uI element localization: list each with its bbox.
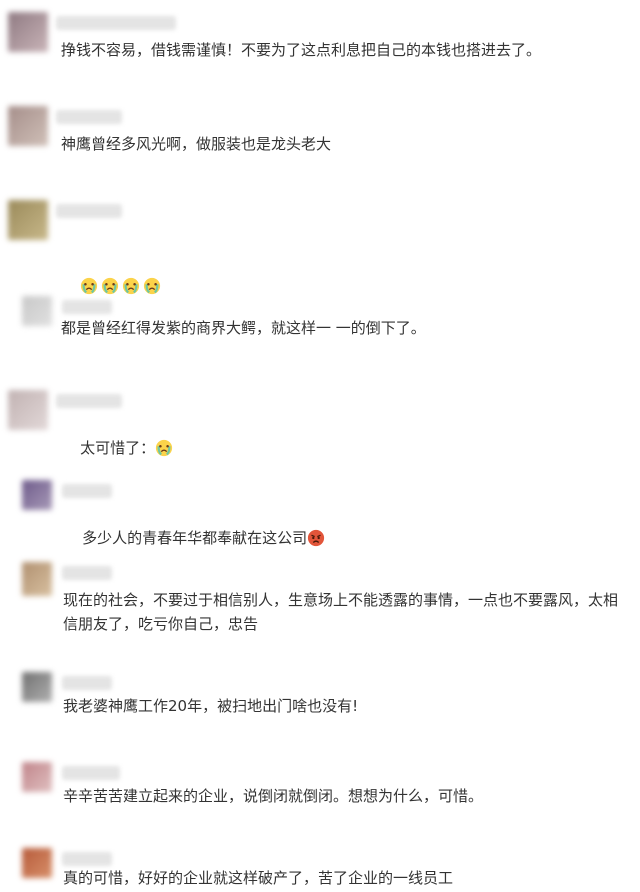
avatar[interactable] — [8, 390, 48, 430]
avatar[interactable] — [22, 848, 52, 878]
angry-face-icon — [307, 529, 325, 547]
comment-text: 挣钱不容易，借钱需谨慎！不要为了这点利息把自己的本钱也搭进去了。 — [61, 41, 542, 59]
avatar[interactable] — [22, 480, 52, 510]
username-blurred — [62, 484, 112, 498]
avatar[interactable] — [22, 562, 52, 596]
avatar[interactable] — [8, 106, 48, 146]
username-blurred — [62, 852, 112, 866]
avatar[interactable] — [8, 12, 48, 52]
crying-face-icon — [155, 439, 173, 457]
crying-face-icon — [101, 277, 119, 295]
username-blurred — [62, 300, 112, 314]
username-blurred — [62, 676, 112, 690]
username-blurred — [56, 394, 122, 408]
comment-text: 现在的社会，不要过于相信别人，生意场上不能透露的事情，一点也不要露风，太相信朋友… — [63, 591, 619, 633]
avatar[interactable] — [22, 672, 52, 702]
crying-face-icon — [143, 277, 161, 295]
avatar[interactable] — [22, 296, 52, 326]
username-blurred — [56, 16, 176, 30]
username-blurred — [62, 766, 120, 780]
avatar[interactable] — [22, 762, 52, 792]
username-blurred — [56, 110, 122, 124]
comment-text: 辛辛苦苦建立起来的企业，说倒闭就倒闭。想想为什么，可惜。 — [63, 787, 484, 805]
comment-text: 都是曾经红得发紫的商界大鳄，就这样一 一的倒下了。 — [61, 319, 426, 337]
avatar[interactable] — [8, 200, 48, 240]
comment-text: 我老婆神鹰工作20年，被扫地出门啥也没有! — [63, 697, 359, 715]
username-blurred — [62, 566, 112, 580]
username-blurred — [56, 204, 122, 218]
crying-face-icon — [80, 277, 98, 295]
comment-text — [61, 226, 621, 322]
crying-face-icon — [122, 277, 140, 295]
comment-text: 真的可惜，好好的企业就这样破产了，苦了企业的一线员工 — [63, 869, 454, 887]
comment-text: 神鹰曾经多风光啊，做服装也是龙头老大 — [61, 135, 332, 153]
comment-text: 多少人的青春年华都奉献在这公司 — [63, 502, 623, 574]
comment-text: 太可惜了： — [61, 412, 621, 484]
